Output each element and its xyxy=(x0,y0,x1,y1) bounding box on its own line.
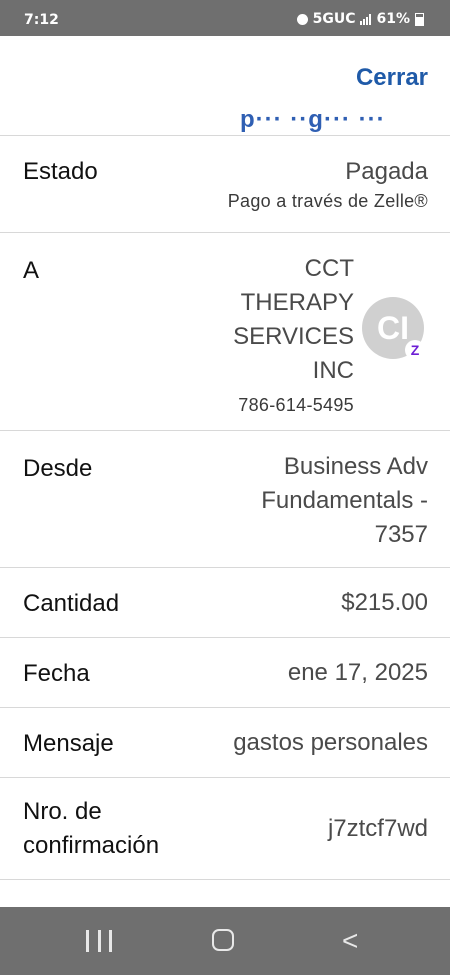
confirmation-label-line: Nro. de xyxy=(23,798,102,825)
status-bar: 7:12 5GUC 61% xyxy=(0,0,450,36)
status-indicators: 5GUC 61% xyxy=(296,11,424,27)
battery-percent: 61% xyxy=(376,11,410,27)
zelle-icon: Z xyxy=(405,340,425,360)
recipient-name-line: INC xyxy=(312,357,354,384)
divider xyxy=(0,879,450,880)
message-value: gastos personales xyxy=(233,729,428,756)
recipient-name-line: THERAPY xyxy=(240,289,354,316)
from-row: Desde Business Adv Fundamentals - 7357 xyxy=(0,431,450,568)
recents-icon[interactable] xyxy=(86,930,112,952)
date-row: Fecha ene 17, 2025 xyxy=(0,638,450,707)
back-icon[interactable]: < xyxy=(342,927,358,955)
status-value: Pagada xyxy=(345,158,428,185)
recipient-phone: 786-614-5495 xyxy=(238,395,354,415)
sheet-header: p··· ··g··· ··· Cerrar xyxy=(0,36,450,136)
close-button[interactable]: Cerrar xyxy=(356,64,428,92)
network-label: 5GUC xyxy=(312,11,356,27)
amount-value: $215.00 xyxy=(341,589,428,616)
amount-row: Cantidad $215.00 xyxy=(0,568,450,637)
from-label: Desde xyxy=(23,455,93,482)
date-value: ene 17, 2025 xyxy=(287,659,428,686)
message-label: Mensaje xyxy=(23,730,114,757)
partial-title: p··· ··g··· ··· xyxy=(240,106,386,133)
alarm-icon xyxy=(296,13,308,25)
recipient-info: CCT THERAPY SERVICES INC 786-614-5495 xyxy=(233,252,354,420)
confirmation-label-line: confirmación xyxy=(23,832,160,859)
recipient-name-line: SERVICES xyxy=(233,323,354,350)
status-time: 7:12 xyxy=(24,12,59,28)
recipient-name-line: CCT xyxy=(304,255,354,282)
amount-label: Cantidad xyxy=(23,590,120,617)
system-nav-bar: < xyxy=(0,907,450,975)
from-account-line: Business Adv xyxy=(283,453,428,480)
status-row: Estado Pagada Pago a través de Zelle® xyxy=(0,136,450,232)
confirmation-label: Nro. de confirmación xyxy=(23,795,159,863)
confirmation-number: j7ztcf7wd xyxy=(327,815,428,842)
from-account-line: 7357 xyxy=(374,521,428,548)
signal-icon xyxy=(360,13,372,25)
date-label: Fecha xyxy=(23,660,90,687)
from-account: Business Adv Fundamentals - 7357 xyxy=(261,450,428,552)
status-label: Estado xyxy=(23,158,98,185)
confirmation-row: Nro. de confirmación j7ztcf7wd xyxy=(0,778,450,879)
battery-icon xyxy=(415,12,424,26)
recipient-label: A xyxy=(23,257,40,284)
payment-method-text: Pago a través de Zelle® xyxy=(227,191,428,211)
home-icon[interactable] xyxy=(212,929,234,951)
from-account-line: Fundamentals - xyxy=(261,487,428,514)
message-row: Mensaje gastos personales xyxy=(0,708,450,777)
